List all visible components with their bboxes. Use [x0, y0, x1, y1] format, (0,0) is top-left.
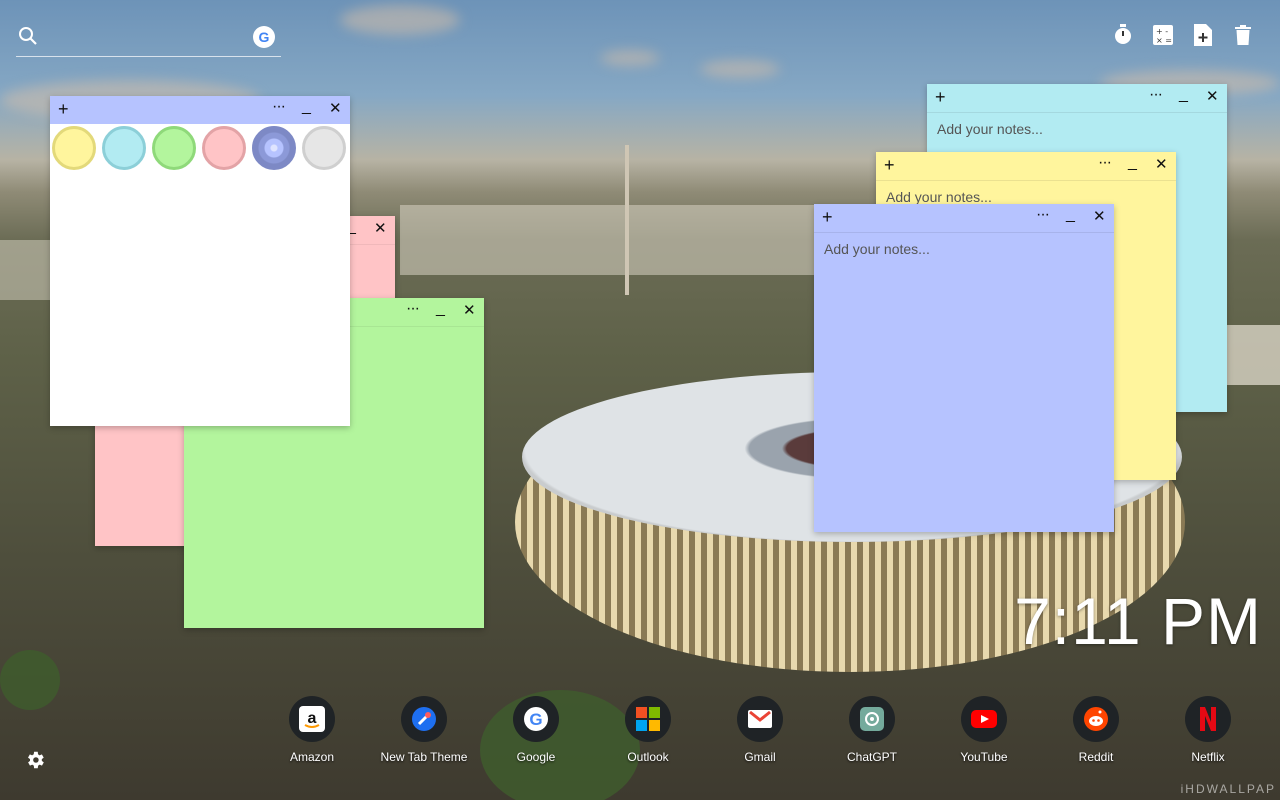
- search-icon[interactable]: [18, 26, 38, 51]
- note-text-area[interactable]: Add your notes...: [927, 113, 1227, 145]
- add-note-icon[interactable]: [1192, 24, 1214, 46]
- watermark-text: iHDWALLPAP: [1180, 782, 1276, 796]
- svg-text:× =: × =: [1156, 36, 1172, 45]
- more-options-button[interactable]: ···: [1098, 154, 1112, 172]
- color-swatch-gray[interactable]: [302, 126, 346, 170]
- close-button[interactable]: ✕: [463, 302, 476, 320]
- shortcut-label: YouTube: [960, 750, 1008, 764]
- minimize-button[interactable]: _: [436, 300, 445, 318]
- shortcut-google[interactable]: G Google: [480, 696, 592, 764]
- shortcut-label: Outlook: [627, 750, 669, 764]
- google-icon[interactable]: G: [253, 26, 275, 48]
- add-note-button[interactable]: +: [935, 88, 946, 106]
- outlook-icon: [625, 696, 671, 742]
- sticky-note-blue[interactable]: + ··· _ ✕ Add your notes...: [814, 204, 1114, 532]
- svg-text:+ -: + -: [1156, 27, 1168, 36]
- shortcut-label: Reddit: [1078, 750, 1114, 764]
- shortcut-amazon[interactable]: a Amazon: [256, 696, 368, 764]
- chatgpt-icon: [849, 696, 895, 742]
- minimize-button[interactable]: _: [1128, 154, 1137, 172]
- amazon-icon: a: [289, 696, 335, 742]
- timer-icon[interactable]: [1112, 24, 1134, 46]
- more-options-button[interactable]: ···: [1149, 86, 1163, 104]
- svg-text:a: a: [308, 710, 317, 727]
- shortcut-dock: a Amazon New Tab Theme G Google Outlook …: [256, 696, 1264, 764]
- shortcut-outlook[interactable]: Outlook: [592, 696, 704, 764]
- shortcut-label: Amazon: [289, 750, 335, 764]
- more-options-button[interactable]: ···: [272, 98, 286, 116]
- close-button[interactable]: ✕: [1155, 156, 1168, 174]
- shortcut-chatgpt[interactable]: ChatGPT: [816, 696, 928, 764]
- minimize-button[interactable]: _: [1066, 206, 1075, 224]
- color-swatch-pink[interactable]: [202, 126, 246, 170]
- close-button[interactable]: ✕: [1093, 208, 1106, 226]
- sticky-note-white[interactable]: + ··· _ ✕: [50, 96, 350, 426]
- svg-text:G: G: [529, 710, 542, 729]
- color-swatch-blue[interactable]: [252, 126, 296, 170]
- shortcut-label: Netflix: [1191, 750, 1225, 764]
- close-button[interactable]: ✕: [374, 220, 387, 238]
- note-text-area[interactable]: Add your notes...: [814, 233, 1114, 265]
- more-options-button[interactable]: ···: [1036, 206, 1050, 224]
- search-bar[interactable]: G: [16, 22, 281, 57]
- color-swatch-green[interactable]: [152, 126, 196, 170]
- shortcut-label: ChatGPT: [846, 750, 897, 764]
- clock-time: 7:11 PM: [1014, 584, 1262, 658]
- add-note-button[interactable]: +: [822, 208, 833, 226]
- close-button[interactable]: ✕: [1206, 88, 1219, 106]
- trash-icon[interactable]: [1232, 24, 1254, 46]
- color-picker: [50, 124, 350, 170]
- shortcut-label: Gmail: [744, 750, 776, 764]
- google-icon: G: [513, 696, 559, 742]
- shortcut-reddit[interactable]: Reddit: [1040, 696, 1152, 764]
- shortcut-youtube[interactable]: YouTube: [928, 696, 1040, 764]
- shortcut-gmail[interactable]: Gmail: [704, 696, 816, 764]
- close-button[interactable]: ✕: [329, 100, 342, 118]
- color-swatch-yellow[interactable]: [52, 126, 96, 170]
- shortcut-label: New Tab Theme: [380, 750, 468, 764]
- new-tab-theme-icon: [401, 696, 447, 742]
- minimize-button[interactable]: _: [1179, 86, 1188, 104]
- more-options-button[interactable]: ···: [406, 300, 420, 318]
- minimize-button[interactable]: _: [302, 98, 311, 116]
- youtube-icon: [961, 696, 1007, 742]
- netflix-icon: [1185, 696, 1231, 742]
- calculator-icon[interactable]: + - × =: [1152, 24, 1174, 46]
- shortcut-netflix[interactable]: Netflix: [1152, 696, 1264, 764]
- add-note-button[interactable]: +: [58, 100, 69, 118]
- shortcut-label: Google: [516, 750, 556, 764]
- gmail-icon: [737, 696, 783, 742]
- add-note-button[interactable]: +: [884, 156, 895, 174]
- reddit-icon: [1073, 696, 1119, 742]
- gear-icon[interactable]: [24, 749, 46, 776]
- shortcut-new-tab-theme[interactable]: New Tab Theme: [368, 696, 480, 764]
- color-swatch-cyan[interactable]: [102, 126, 146, 170]
- toolbar: + - × =: [1112, 24, 1254, 46]
